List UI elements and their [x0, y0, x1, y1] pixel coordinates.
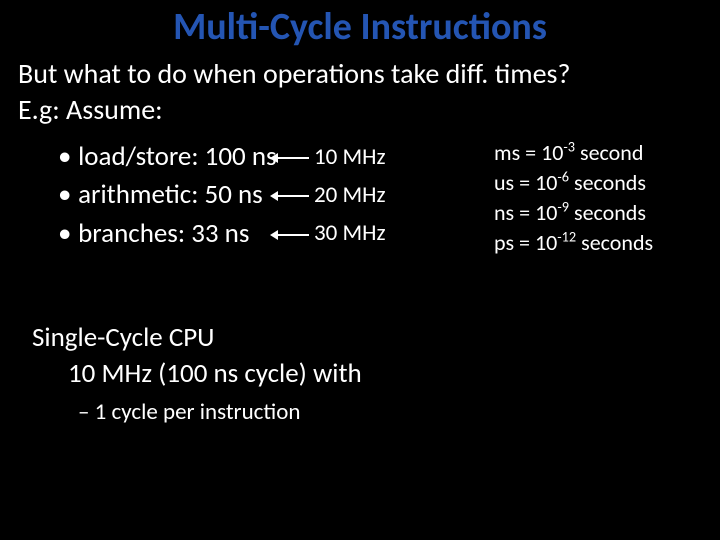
bullet-icon: •	[58, 138, 72, 176]
unit-exponent: -9	[557, 197, 569, 215]
single-cycle-detail: 10 MHz (100 ns cycle) with	[68, 356, 362, 392]
list-item: • arithmetic: 50 ns	[58, 176, 277, 214]
arrow-icon	[276, 195, 309, 197]
bullet-icon: •	[58, 215, 72, 253]
list-item: • load/store: 100 ns	[58, 138, 277, 176]
unit-line: ns = 10-9 seconds	[494, 198, 653, 228]
mhz-value: 10 MHz	[314, 138, 386, 176]
unit-definitions: ms = 10-3 second us = 10-6 seconds ns = …	[494, 138, 653, 258]
unit-suffix: second	[575, 139, 643, 166]
unit-line: ps = 10-12 seconds	[494, 228, 653, 258]
unit-suffix: seconds	[569, 169, 646, 196]
bullet-icon: •	[58, 176, 72, 214]
single-cycle-subitem: – 1 cycle per instruction	[78, 398, 300, 426]
single-cycle-heading: Single-Cycle CPU	[32, 320, 362, 356]
slide-title: Multi-Cycle Instructions	[0, 4, 720, 50]
intro-line-2: E.g: Assume:	[18, 92, 570, 128]
unit-prefix: ps = 10	[494, 229, 557, 256]
single-cycle-section: Single-Cycle CPU 10 MHz (100 ns cycle) w…	[32, 320, 362, 391]
unit-prefix: us = 10	[494, 169, 557, 196]
intro-text: But what to do when operations take diff…	[18, 56, 570, 128]
unit-suffix: seconds	[576, 229, 653, 256]
list-item: • branches: 33 ns	[58, 215, 277, 253]
timing-list: • load/store: 100 ns • arithmetic: 50 ns…	[58, 138, 277, 253]
mhz-value: 20 MHz	[314, 176, 386, 214]
unit-prefix: ms = 10	[494, 139, 563, 166]
unit-suffix: seconds	[569, 199, 646, 226]
list-item-label: branches: 33 ns	[78, 217, 249, 250]
unit-exponent: -3	[563, 138, 575, 156]
intro-line-1: But what to do when operations take diff…	[18, 56, 570, 92]
arrow-icon	[276, 157, 309, 159]
unit-exponent: -12	[557, 227, 576, 245]
unit-line: us = 10-6 seconds	[494, 168, 653, 198]
list-item-label: arithmetic: 50 ns	[78, 178, 263, 211]
list-item-label: load/store: 100 ns	[78, 140, 276, 173]
unit-exponent: -6	[557, 168, 569, 186]
arrow-icon	[276, 234, 309, 236]
mhz-column: 10 MHz 20 MHz 30 MHz	[314, 138, 386, 253]
unit-prefix: ns = 10	[494, 199, 557, 226]
slide: Multi-Cycle Instructions But what to do …	[0, 0, 720, 540]
unit-line: ms = 10-3 second	[494, 138, 653, 168]
mhz-value: 30 MHz	[314, 214, 386, 252]
